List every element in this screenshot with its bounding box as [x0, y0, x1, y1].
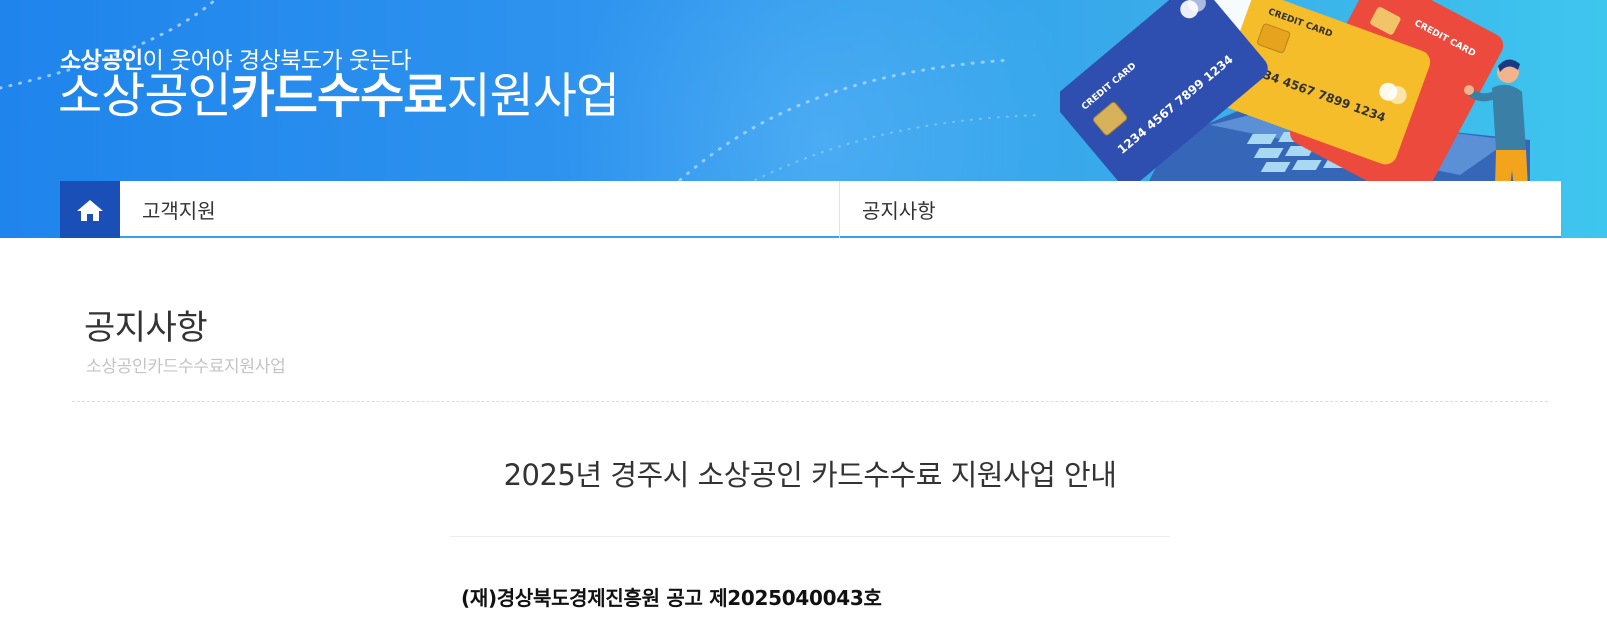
- site-title-part3: 지원사업: [446, 68, 620, 124]
- article-title: 2025년 경주시 소상공인 카드수수료 지원사업 안내: [503, 458, 1117, 492]
- page-subtitle: 소상공인카드수수료지원사업: [86, 357, 286, 377]
- nav-item-customer-support[interactable]: 고객지원: [120, 181, 840, 238]
- location-nav: 고객지원 공지사항: [60, 181, 1561, 238]
- nav-item-notice-label: 공지사항: [862, 199, 936, 223]
- nav-item-notice[interactable]: 공지사항: [840, 181, 1561, 238]
- home-button[interactable]: [60, 181, 120, 238]
- article-notice-number: (재)경상북도경제진흥원 공고 제2025040043호: [461, 586, 882, 610]
- page-title: 공지사항: [84, 308, 208, 348]
- divider: [72, 401, 1548, 402]
- article-divider: [450, 536, 1170, 537]
- home-icon: [77, 199, 103, 221]
- site-title-part2: 카드수수료: [230, 68, 448, 124]
- site-title-part1: 소상공인: [58, 68, 232, 124]
- site-title[interactable]: 소상공인카드수수료지원사업: [58, 64, 620, 128]
- nav-item-customer-support-label: 고객지원: [142, 199, 216, 223]
